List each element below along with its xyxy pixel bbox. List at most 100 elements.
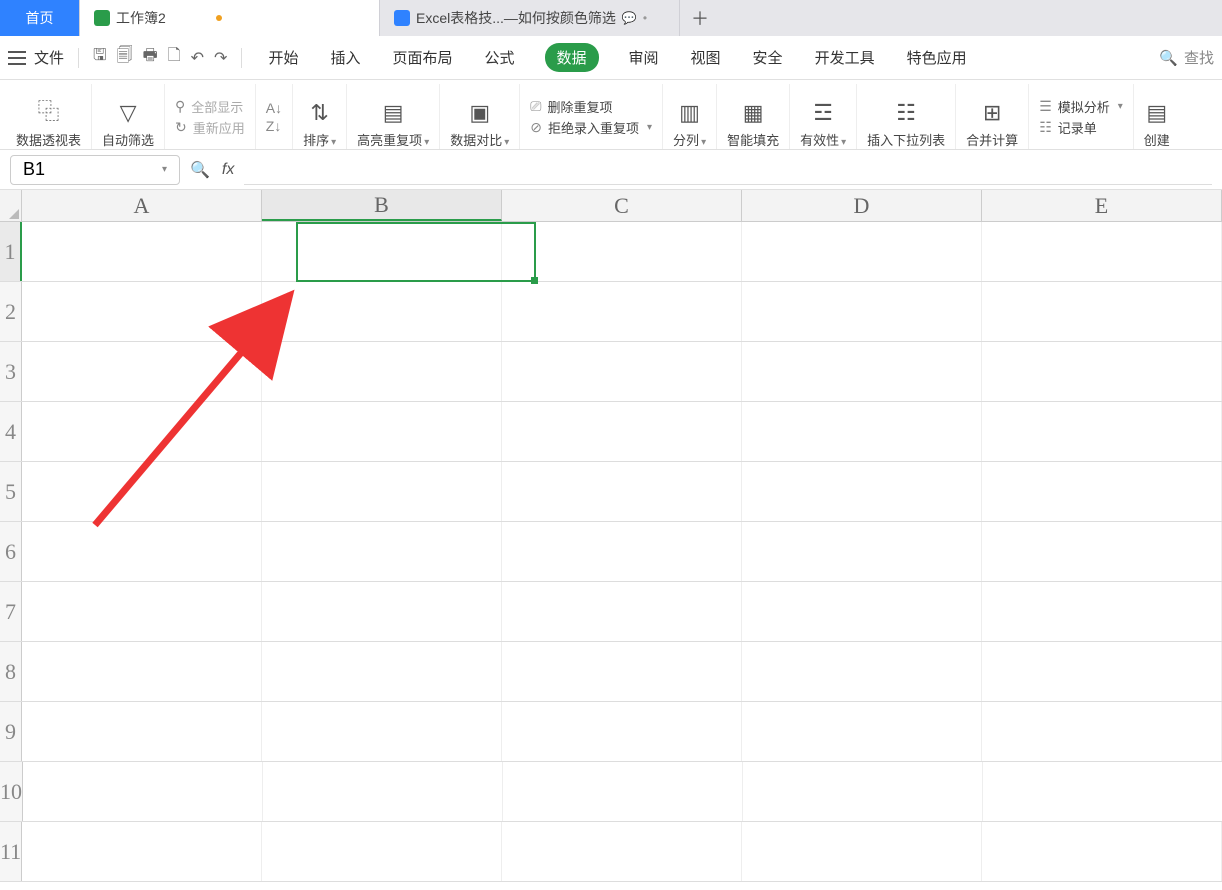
row-header-10[interactable]: 10 — [0, 762, 23, 821]
col-header-a[interactable]: A — [22, 190, 262, 221]
cell-c4[interactable] — [502, 402, 742, 461]
cell-c1[interactable] — [502, 222, 742, 281]
row-header-6[interactable]: 6 — [0, 522, 22, 581]
formula-input[interactable] — [244, 155, 1212, 185]
row-header-9[interactable]: 9 — [0, 702, 22, 761]
row-header-3[interactable]: 3 — [0, 342, 22, 401]
row-header-2[interactable]: 2 — [0, 282, 22, 341]
cell-c10[interactable] — [503, 762, 743, 821]
sort-button[interactable]: ⇅ 排序▾ — [293, 84, 347, 149]
cell-d2[interactable] — [742, 282, 982, 341]
reapply-button[interactable]: ↻重新应用 — [175, 118, 245, 137]
delete-dup-button[interactable]: ⎚删除重复项 — [530, 97, 652, 116]
cell-b3[interactable] — [262, 342, 502, 401]
menu-security[interactable]: 安全 — [751, 43, 785, 72]
record-form-button[interactable]: ☷记录单 — [1039, 118, 1123, 137]
print-icon[interactable]: 🖶 — [143, 44, 158, 71]
cell-a3[interactable] — [22, 342, 262, 401]
cell-d4[interactable] — [742, 402, 982, 461]
menu-special[interactable]: 特色应用 — [905, 43, 969, 72]
cell-e9[interactable] — [982, 702, 1222, 761]
validity-button[interactable]: ☲ 有效性▾ — [790, 84, 857, 149]
print-preview-icon[interactable]: 🗋 — [168, 44, 181, 71]
cell-b1[interactable] — [262, 222, 502, 281]
cell-b7[interactable] — [262, 582, 502, 641]
menu-start[interactable]: 开始 — [266, 43, 300, 72]
tab-doc[interactable]: Excel表格技...—如何按颜色筛选 💬 • — [380, 0, 680, 36]
search-box[interactable]: 🔍 查找 — [1159, 47, 1214, 68]
cell-d11[interactable] — [742, 822, 982, 881]
col-header-d[interactable]: D — [742, 190, 982, 221]
cell-e5[interactable] — [982, 462, 1222, 521]
cell-a9[interactable] — [22, 702, 262, 761]
cell-b5[interactable] — [262, 462, 502, 521]
row-header-4[interactable]: 4 — [0, 402, 22, 461]
cell-a6[interactable] — [22, 522, 262, 581]
menu-insert[interactable]: 插入 — [328, 43, 362, 72]
cell-b9[interactable] — [262, 702, 502, 761]
save-as-icon[interactable]: 🗐 — [117, 44, 133, 71]
cell-d5[interactable] — [742, 462, 982, 521]
cell-c9[interactable] — [502, 702, 742, 761]
cell-a1[interactable] — [22, 222, 262, 281]
cell-b4[interactable] — [262, 402, 502, 461]
select-all-corner[interactable] — [0, 190, 22, 221]
cell-e6[interactable] — [982, 522, 1222, 581]
cell-c11[interactable] — [502, 822, 742, 881]
sort-desc-button[interactable]: Z↓ — [266, 118, 282, 134]
cell-c2[interactable] — [502, 282, 742, 341]
worksheet[interactable]: A B C D E 1 2 3 4 5 6 7 8 9 10 11 — [0, 190, 1222, 882]
highlight-dup-button[interactable]: ▤ 高亮重复项▾ — [347, 84, 440, 149]
cell-b8[interactable] — [262, 642, 502, 701]
cell-d10[interactable] — [743, 762, 983, 821]
menu-review[interactable]: 审阅 — [627, 43, 661, 72]
cell-b6[interactable] — [262, 522, 502, 581]
cell-d6[interactable] — [742, 522, 982, 581]
menu-formula[interactable]: 公式 — [482, 43, 516, 72]
undo-icon[interactable]: ↶ — [191, 48, 204, 68]
cell-a5[interactable] — [22, 462, 262, 521]
row-header-7[interactable]: 7 — [0, 582, 22, 641]
new-tab-button[interactable]: ＋ — [680, 0, 720, 36]
save-icon[interactable]: 🖫 — [93, 44, 107, 71]
cell-a2[interactable] — [22, 282, 262, 341]
col-header-c[interactable]: C — [502, 190, 742, 221]
cell-c5[interactable] — [502, 462, 742, 521]
file-menu[interactable]: 文件 — [34, 47, 64, 68]
cell-a7[interactable] — [22, 582, 262, 641]
menu-data[interactable]: 数据 — [545, 43, 599, 72]
hamburger-icon[interactable] — [8, 51, 26, 65]
show-all-button[interactable]: ⚲全部显示 — [175, 97, 245, 116]
col-header-b[interactable]: B — [262, 190, 502, 221]
cell-c6[interactable] — [502, 522, 742, 581]
col-header-e[interactable]: E — [982, 190, 1222, 221]
cell-c3[interactable] — [502, 342, 742, 401]
menu-dev[interactable]: 开发工具 — [813, 43, 877, 72]
pivot-button[interactable]: ⿻ 数据透视表 — [6, 84, 92, 149]
tab-workbook[interactable]: 工作簿2 — [80, 0, 380, 36]
cell-e11[interactable] — [982, 822, 1222, 881]
cell-b10[interactable] — [263, 762, 503, 821]
cell-e1[interactable] — [982, 222, 1222, 281]
smart-fill-button[interactable]: ▦ 智能填充 — [717, 84, 790, 149]
fx-label[interactable]: fx — [222, 161, 234, 179]
zoom-to-selection-icon[interactable]: 🔍 — [190, 160, 210, 180]
cell-c7[interactable] — [502, 582, 742, 641]
cell-e2[interactable] — [982, 282, 1222, 341]
row-header-8[interactable]: 8 — [0, 642, 22, 701]
sort-asc-button[interactable]: A↓ — [266, 100, 282, 116]
create-button[interactable]: ▤ 创建 — [1134, 84, 1180, 149]
cell-e10[interactable] — [983, 762, 1222, 821]
tab-home[interactable]: 首页 — [0, 0, 80, 36]
compare-button[interactable]: ▣ 数据对比▾ — [440, 84, 520, 149]
cell-a11[interactable] — [22, 822, 262, 881]
cell-c8[interactable] — [502, 642, 742, 701]
cell-d8[interactable] — [742, 642, 982, 701]
cell-a8[interactable] — [22, 642, 262, 701]
cell-b2[interactable] — [262, 282, 502, 341]
reject-dup-button[interactable]: ⊘拒绝录入重复项▾ — [530, 118, 652, 137]
row-header-11[interactable]: 11 — [0, 822, 22, 881]
cell-e4[interactable] — [982, 402, 1222, 461]
cell-e3[interactable] — [982, 342, 1222, 401]
menu-layout[interactable]: 页面布局 — [390, 43, 454, 72]
